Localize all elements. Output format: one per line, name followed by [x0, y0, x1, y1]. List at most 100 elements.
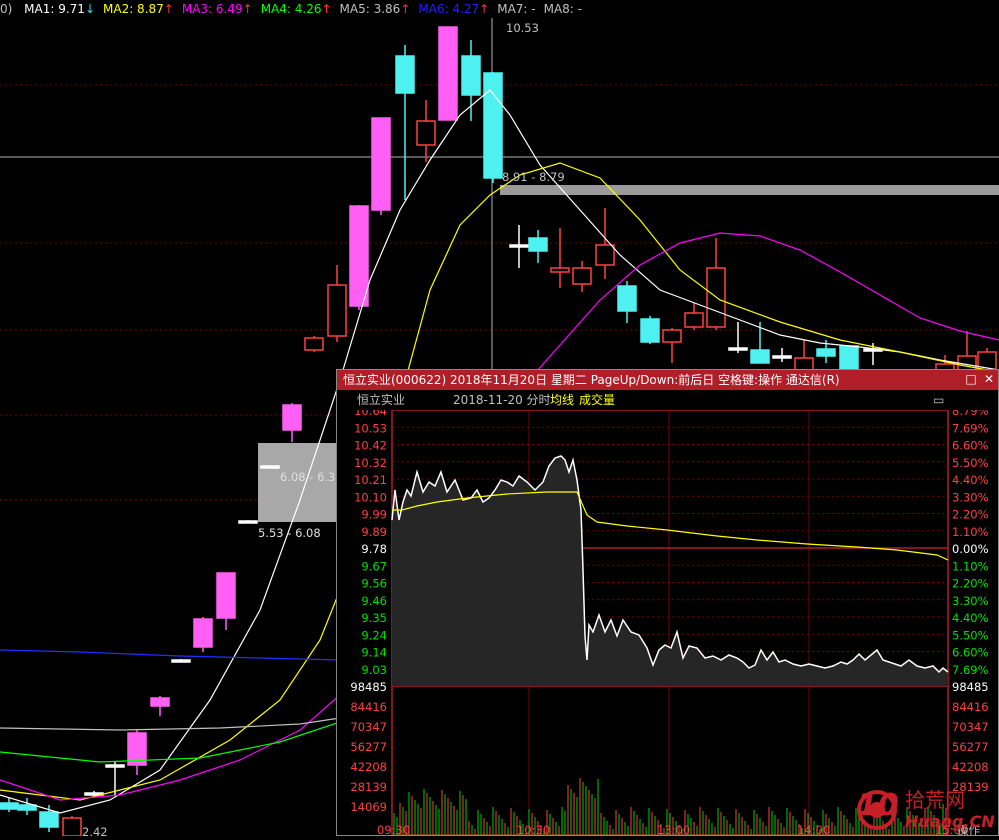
ma-item-1: MA1: 9.71↓ [24, 2, 95, 16]
axis-label: 5.50% [952, 628, 989, 642]
axis-label: 9.14 [361, 646, 387, 660]
axis-label: 4.40% [952, 611, 989, 625]
axis-label: 42208 [350, 760, 387, 774]
candle-body [684, 312, 704, 328]
cursor-price-range: 8.91 - 8.79 [502, 170, 565, 184]
axis-label: 9.89 [361, 525, 387, 539]
candle-body [438, 26, 458, 121]
candle-body [150, 697, 170, 707]
candle-body [0, 802, 19, 810]
axis-label: 1.10% [952, 559, 989, 573]
axis-label: 7.69% [952, 663, 989, 677]
ma-item-text: MA1: 9.71 [24, 2, 85, 16]
axis-label: 14:00 [797, 823, 830, 835]
arrow-up-icon: ↑ [242, 2, 253, 16]
axis-label: 6.60% [952, 646, 989, 660]
watermark-logo: 10 拾荒网 Huang.CN [855, 784, 999, 836]
candle-body [260, 465, 280, 469]
axis-label: 8.79% [952, 410, 989, 418]
axis-label: 10.42 [354, 439, 387, 453]
axis-label: 10.64 [354, 410, 387, 418]
ma-item-4: MA4: 4.26↑ [261, 2, 332, 16]
intraday-date-label: 2018-11-20 分时 [453, 393, 551, 407]
axis-label: 84416 [952, 700, 989, 714]
axis-label: 98485 [350, 680, 387, 694]
candle-body [395, 55, 415, 94]
maximize-icon[interactable]: □ [965, 373, 977, 385]
candle-body [238, 520, 258, 524]
axis-label: 6.60% [952, 439, 989, 453]
axis-label: 4.40% [952, 473, 989, 487]
collapse-icon[interactable]: ▭ [933, 390, 944, 410]
candle-body [349, 205, 369, 307]
ma-item-text: MA4: 4.26 [260, 2, 322, 16]
candle-body [39, 811, 59, 828]
arrow-up-icon: ↑ [479, 2, 490, 16]
avg-line-label[interactable]: 均线 [550, 390, 574, 410]
ma5-line [0, 717, 341, 731]
ma-item-text: MA2: 8.87 [103, 2, 164, 16]
candle-body [816, 348, 836, 357]
ma-item-5: MA5: 3.86↑ [340, 2, 411, 16]
popup-title-bar[interactable]: 恒立实业(000622) 2018年11月20日 星期二 PageUp/Down… [337, 370, 998, 390]
axis-label: 10.32 [354, 456, 387, 470]
axis-label: 98485 [952, 680, 989, 694]
candle-body [509, 244, 529, 248]
axis-label: 9.46 [361, 594, 387, 608]
arrow-up-icon: ↑ [400, 2, 411, 16]
axis-label: 84416 [350, 700, 387, 714]
axis-label: 3.30% [952, 490, 989, 504]
axis-label: 9.24 [361, 628, 387, 642]
candle-body [371, 117, 391, 211]
candle-body [327, 284, 347, 337]
candle-body [17, 804, 37, 811]
close-icon[interactable]: ✕ [983, 373, 995, 385]
candle-body [772, 355, 792, 359]
ma-item-8: MA8: - [544, 2, 582, 16]
popup-title: 恒立实业(000622) 2018年11月20日 星期二 PageUp/Down… [343, 373, 840, 387]
axis-label: 14069 [350, 800, 387, 814]
ma-item-text: MA6: 4.27 [418, 2, 480, 16]
gap-label-upper: 6.08 - 6.3 [280, 470, 336, 484]
axis-label: 70347 [952, 720, 989, 734]
intraday-popup-window[interactable]: 恒立实业(000622) 2018年11月20日 星期二 PageUp/Down… [336, 369, 999, 836]
axis-label: 2.20% [952, 508, 989, 522]
stock-name-label: 恒立实业 [357, 393, 406, 407]
axis-label: 13:00 [657, 823, 690, 835]
axis-label: 2.20% [952, 577, 989, 591]
axis-label: 28139 [350, 780, 387, 794]
arrow-up-icon: ↑ [163, 2, 174, 16]
candle-body [640, 318, 660, 343]
axis-label: 10:30 [517, 823, 550, 835]
axis-label: 10.21 [354, 473, 387, 487]
intraday-price-area [392, 456, 948, 686]
ma-bar-prefix: 0) [0, 2, 13, 16]
candle-body [105, 764, 125, 768]
candle-body [193, 618, 213, 648]
axis-label: 09:30 [377, 823, 410, 835]
axis-label: 9.99 [361, 508, 387, 522]
candle-body [282, 404, 302, 431]
axis-label: 3.30% [952, 594, 989, 608]
axis-label: 10.10 [354, 490, 387, 504]
candle-body [304, 337, 324, 351]
ma-item-2: MA2: 8.87↑ [103, 2, 174, 16]
watermark-number: 10 [857, 788, 899, 823]
ma-item-text: MA3: 6.49 [181, 2, 243, 16]
candle-body [416, 120, 436, 146]
candle-body [550, 267, 570, 273]
candle-body [839, 345, 859, 371]
popup-sub-header: 恒立实业 2018-11-20 分时 均线 成交量 ▭ [337, 390, 998, 410]
intraday-chart[interactable]: 10.64 10.53 10.42 10.32 10.21 10.10 9.99 9.89 9.… [337, 410, 998, 835]
axis-label: 1.10% [952, 525, 989, 539]
candle-body [728, 347, 748, 351]
ma-indicator-bar: 0) MA1: 9.71↓ MA2: 8.87↑ MA3: 6.49↑ MA4: 4.… [0, 0, 999, 18]
ma-item-6: MA6: 4.27↑ [418, 2, 489, 16]
axis-label: 10.53 [354, 421, 387, 435]
candle-body [595, 244, 615, 266]
axis-label: 5.50% [952, 456, 989, 470]
axis-label: 9.56 [361, 577, 387, 591]
candle-body [461, 55, 481, 96]
volume-label[interactable]: 成交量 [579, 390, 615, 410]
axis-label: 0.00% [952, 542, 989, 556]
